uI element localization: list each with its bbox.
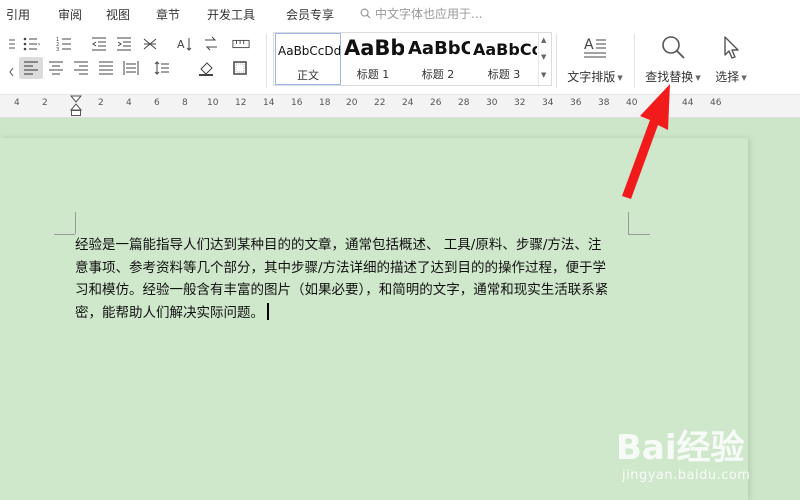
justify-icon[interactable] [97,60,115,76]
document-line: 意事项、参考资料等几个部分，其中步骤/方法详细的描述了达到目的的操作过程，便于学 [75,259,607,276]
find-replace-caret-icon: ▼ [693,74,701,82]
ruler-tick: 30 [486,98,498,108]
separator [556,34,557,88]
baidu-jingyan-watermark: Bai经验 jingyan.baidu.com [612,412,792,492]
command-search-box[interactable]: 中文字体也应用于... [360,5,482,22]
select-button[interactable]: 选择 ▼ [710,34,752,85]
style-heading-1-sample: AaBb [344,36,404,60]
ruler-tick: 26 [430,98,442,108]
menu-references[interactable]: 引用 [6,6,30,23]
gallery-expand-icon[interactable]: ▼ [541,71,546,79]
indent-marker-icon[interactable] [70,95,82,117]
style-heading-1-label: 标题 1 [356,68,390,81]
style-heading-2-sample: AaBbC [408,38,470,59]
style-heading-2[interactable]: AaBbC 标题 2 [406,33,470,85]
svg-text:3: 3 [56,47,59,52]
scroll-up-icon[interactable]: ▲ [541,36,546,44]
horizontal-ruler[interactable]: 4 2 2 4 6 8 10 12 14 16 18 20 22 24 26 2… [0,94,800,118]
ruler-tick: 18 [319,98,331,108]
crop-mark [54,234,75,235]
chinese-layout-icon[interactable] [142,36,160,52]
tab-stops-icon[interactable] [232,36,252,52]
increase-indent-icon[interactable] [115,36,133,52]
text-direction-icon[interactable]: A [176,36,194,52]
ruler-tick: 14 [263,98,275,108]
annotation-arrow-icon [622,84,670,199]
watermark-url: jingyan.baidu.com [622,468,751,483]
svg-text:A: A [177,38,185,51]
document-body[interactable]: 经验是一篇能指导人们达到某种目的的文章，通常包括概述、 工具/原料、步骤/方法、… [75,234,631,324]
scroll-down-icon[interactable]: ▼ [541,53,546,61]
text-layout-label: 文字排版 [567,70,616,84]
menu-view[interactable]: 视图 [106,6,130,23]
ruler-tick: 6 [154,98,160,108]
menu-member-exclusive[interactable]: 会员专享 [286,6,334,23]
paragraph-sort-icon[interactable] [202,36,220,52]
ruler-tick: 28 [458,98,470,108]
style-gallery-scroll[interactable]: ▲ ▼ ▼ [538,33,551,85]
ruler-tick: 16 [291,98,303,108]
decrease-indent-icon[interactable] [90,36,108,52]
style-heading-2-label: 标题 2 [421,68,455,81]
ruler-tick: 32 [514,98,526,108]
overflow-left-icon[interactable] [2,36,15,52]
style-heading-3-label: 标题 3 [487,68,521,81]
ruler-tick: 44 [682,98,694,108]
ruler-tick: 24 [402,98,414,108]
ruler-tick: 22 [374,98,386,108]
select-caret-icon: ▼ [739,74,747,82]
style-heading-3[interactable]: AaBbCc 标题 3 [471,33,537,85]
style-normal[interactable]: AaBbCcDd 正文 [275,33,341,85]
align-center-icon[interactable] [47,60,65,76]
search-icon [360,8,371,19]
text-cursor [267,302,269,320]
menu-section[interactable]: 章节 [156,6,180,23]
ruler-tick: 36 [570,98,582,108]
select-label: 选择 [715,70,740,84]
ruler-tick: 46 [710,98,722,108]
ruler-tick: 2 [42,98,48,108]
ruler-tick: 34 [542,98,554,108]
numbered-list-icon[interactable]: 123 [56,36,74,52]
crop-mark [628,234,650,235]
ruler-tick: 20 [346,98,358,108]
document-line: 习和模仿。经验一般含有丰富的图片（如果必要），和简明的文字，通常和现实生活联系紧 [75,282,609,298]
separator [266,34,267,88]
ruler-tick: 8 [182,98,188,108]
overflow-left-icon-2[interactable] [2,64,14,80]
align-left-icon[interactable] [22,60,40,76]
border-icon[interactable] [232,60,250,76]
ruler-tick: 38 [598,98,610,108]
search-placeholder: 中文字体也应用于... [375,7,483,21]
ruler-tick: 2 [98,98,104,108]
shading-icon[interactable] [198,60,216,76]
line-spacing-icon[interactable] [153,60,171,76]
align-right-icon[interactable] [72,60,90,76]
style-heading-3-sample: AaBbCc [473,40,537,59]
menu-review[interactable]: 审阅 [58,6,82,23]
crop-mark [628,212,629,234]
bullet-list-icon[interactable] [22,36,40,52]
ribbon-toolbar: 123 A AaBbCcDd 正文 AaBb 标题 1 AaBbC 标题 2 A… [0,26,800,94]
ruler-tick: 12 [235,98,247,108]
style-heading-1[interactable]: AaBb 标题 1 [342,33,404,85]
menu-developer-tools[interactable]: 开发工具 [207,6,255,23]
style-normal-label: 正文 [297,69,319,82]
document-line: 密，能帮助人们解决实际问题。 [75,304,264,321]
style-normal-sample: AaBbCcDd [278,44,341,58]
crop-mark [75,212,76,234]
ruler-tick: 4 [126,98,132,108]
document-line: 经验是一篇能指导人们达到某种目的的文章，通常包括概述、 工具/原料、步骤/方法、… [75,237,602,253]
cursor-arrow-icon [724,36,739,59]
magnifier-icon [662,36,685,59]
style-gallery: AaBbCcDd 正文 AaBb 标题 1 AaBbC 标题 2 AaBbCc … [273,32,552,86]
menu-bar: 引用 审阅 视图 章节 开发工具 会员专享 中文字体也应用于... [0,0,800,26]
ruler-tick: 4 [14,98,20,108]
ruler-tick: 10 [207,98,219,108]
text-layout-icon: A [584,37,606,58]
distributed-align-icon[interactable] [122,60,140,76]
svg-text:A: A [584,37,594,53]
watermark-logo: Bai经验 [616,428,745,468]
